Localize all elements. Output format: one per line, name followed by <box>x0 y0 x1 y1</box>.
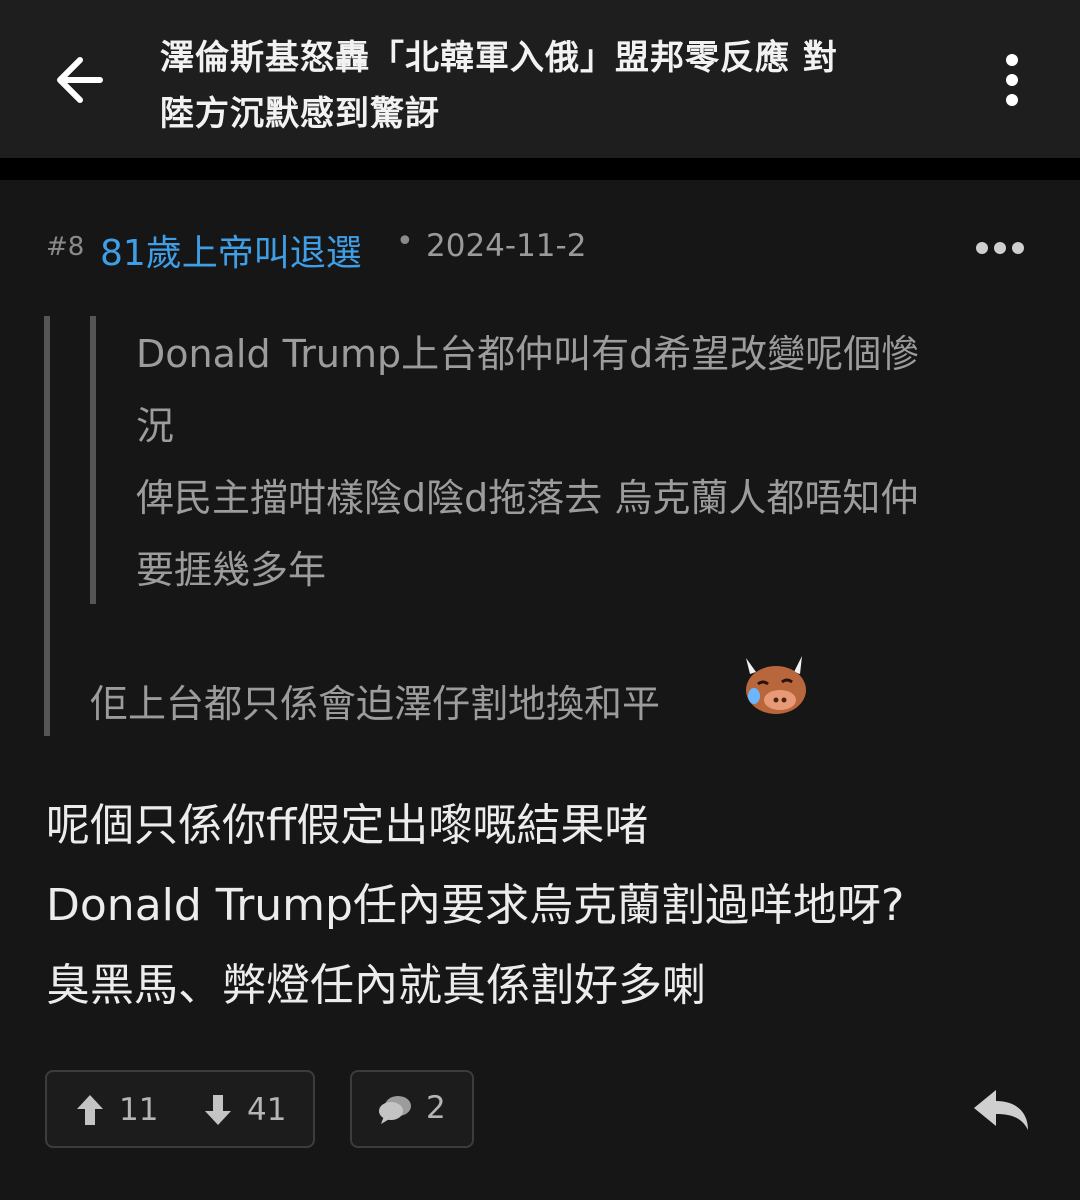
upvote-count: 11 <box>119 1092 159 1128</box>
reply-button[interactable] <box>970 1086 1032 1134</box>
body-line: 臭黑馬、弊燈任內就真係割好多喇 <box>46 960 706 1011</box>
post-more-button[interactable] <box>974 230 1030 266</box>
arrow-left-icon <box>57 57 103 103</box>
inner-quote-bar <box>90 316 96 604</box>
quoted-text: 佢上台都只係會迫澤仔割地換和平 <box>90 682 661 726</box>
horizontal-dots-icon <box>976 242 1024 254</box>
quote-line: Donald Trump上台都仲叫有d希望改變呢個慘 <box>136 332 920 376</box>
post-number: #8 <box>46 232 85 262</box>
downvote-button[interactable]: 41 <box>203 1090 286 1130</box>
arrow-down-icon <box>205 1095 231 1125</box>
comment-count: 2 <box>426 1090 446 1126</box>
reply-arrow-icon <box>974 1090 1028 1130</box>
crying-bull-emoji-icon <box>736 652 818 718</box>
more-options-button[interactable] <box>996 54 1028 106</box>
back-button[interactable] <box>50 52 110 108</box>
quote-line: 況 <box>136 404 175 448</box>
thread-title: 澤倫斯基怒轟「北韓軍入俄」盟邦零反應 對 陸方沉默感到驚訝 <box>160 30 920 142</box>
outer-quote-bar <box>44 316 50 736</box>
vote-box: 11 41 <box>45 1070 315 1148</box>
comments-button[interactable]: 2 <box>350 1070 474 1148</box>
top-app-bar: 澤倫斯基怒轟「北韓軍入俄」盟邦零反應 對 陸方沉默感到驚訝 <box>0 0 1080 180</box>
body-line: 呢個只係你ff假定出嚟嘅結果啫 <box>46 800 649 851</box>
body-line: Donald Trump任內要求烏克蘭割過咩地呀? <box>46 880 905 931</box>
quote-line: 俾民主擋咁樣陰d陰d拖落去 烏克蘭人都唔知仲 <box>136 476 919 520</box>
post-date: 2024-11-2 <box>426 228 587 264</box>
meta-separator: • <box>396 224 414 259</box>
downvote-count: 41 <box>247 1092 287 1128</box>
post-header: #8 81歲上帝叫退選 • 2024-11-2 <box>46 220 1036 276</box>
vertical-dots-icon <box>1006 54 1018 106</box>
thread-title-line: 澤倫斯基怒轟「北韓軍入俄」盟邦零反應 對 <box>160 38 838 78</box>
nested-quote-text: Donald Trump上台都仲叫有d希望改變呢個慘 況 俾民主擋咁樣陰d陰d拖… <box>136 318 1026 606</box>
post-body: 呢個只係你ff假定出嚟嘅結果啫 Donald Trump任內要求烏克蘭割過咩地呀… <box>46 786 1046 1026</box>
chat-bubbles-icon <box>379 1096 411 1124</box>
arrow-up-icon <box>77 1095 103 1125</box>
upvote-button[interactable]: 11 <box>75 1090 158 1130</box>
quote-line: 要捱幾多年 <box>136 548 327 592</box>
thread-title-line: 陸方沉默感到驚訝 <box>160 94 440 134</box>
username-link[interactable]: 81歲上帝叫退選 <box>100 224 362 276</box>
